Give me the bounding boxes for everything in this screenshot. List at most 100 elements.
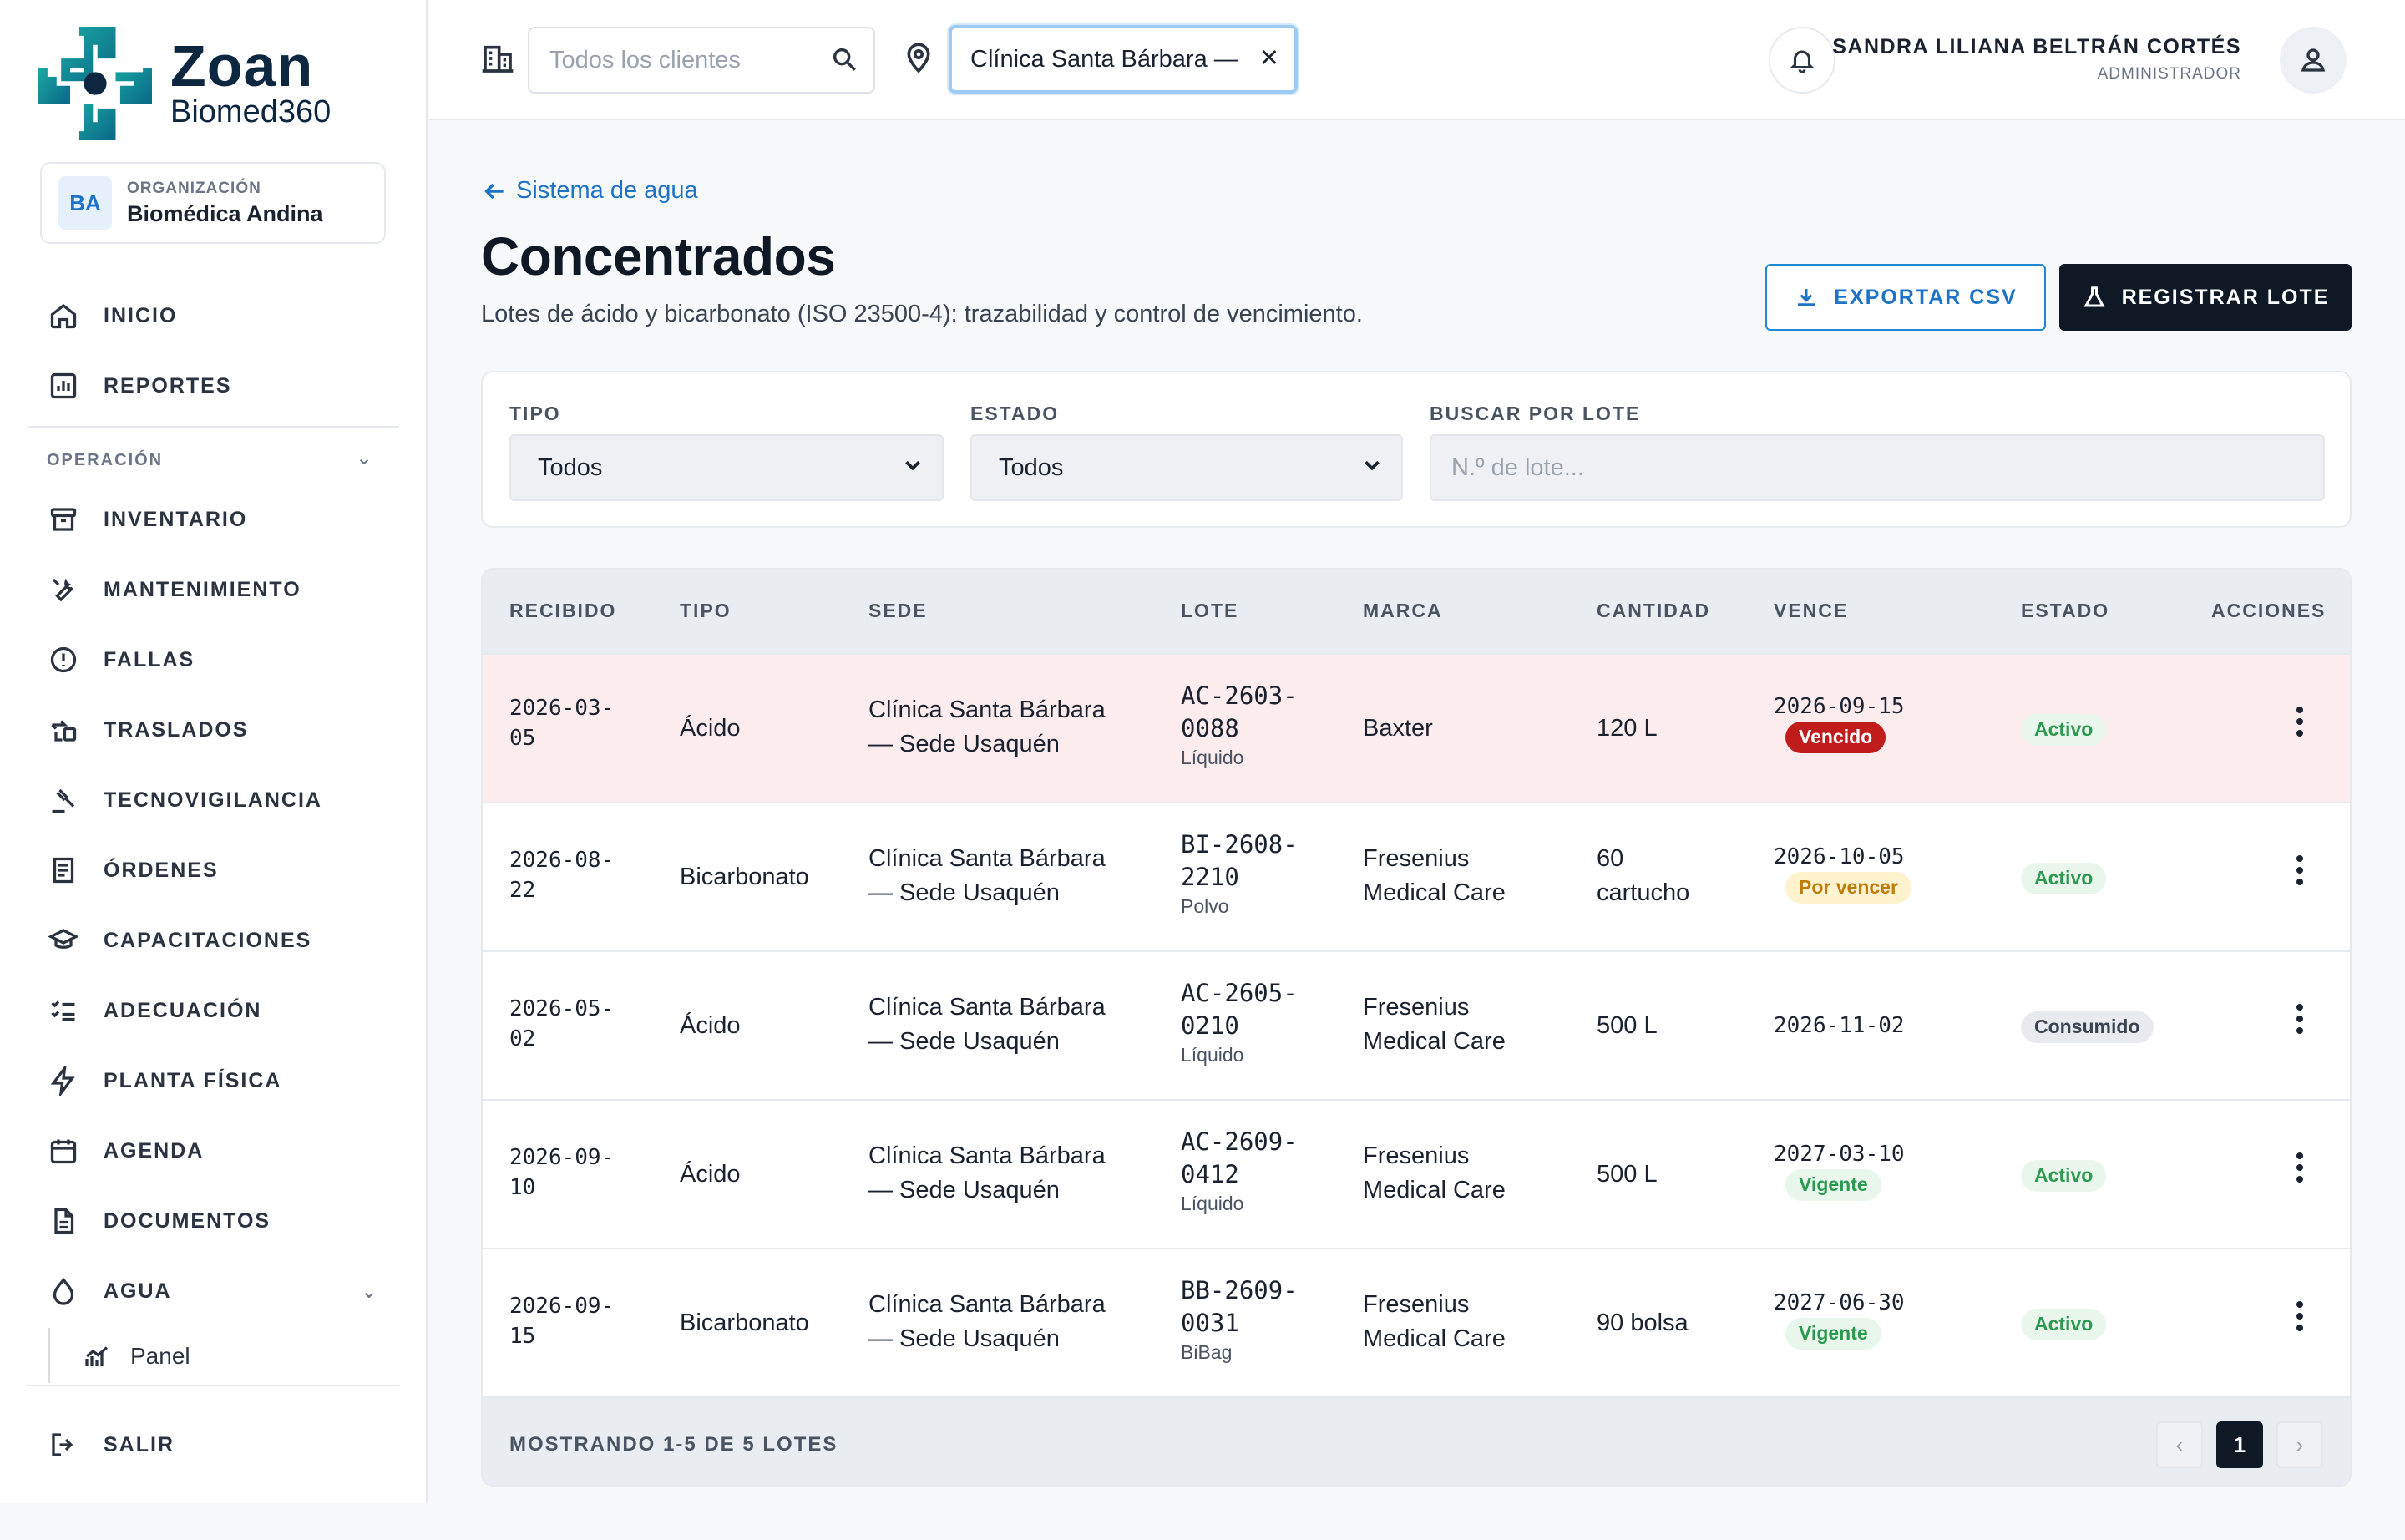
location-pin-icon — [902, 42, 935, 79]
th-lote[interactable]: LOTE — [1181, 600, 1238, 622]
calendar-icon — [47, 1134, 80, 1168]
th-sede[interactable]: SEDE — [868, 600, 928, 622]
table-row[interactable]: 2026-05- 02 Ácido Clínica Santa Bárbara — … — [483, 950, 2350, 1099]
sidebar-item-inicio[interactable]: INICIO — [47, 291, 397, 341]
logout-button[interactable]: SALIR — [47, 1420, 397, 1470]
row-actions-menu-icon[interactable] — [2296, 1301, 2306, 1336]
cell-estado: Consumido — [2021, 1009, 2154, 1043]
filter-estado-value: Todos — [999, 453, 1064, 481]
lot-search-field[interactable] — [1451, 453, 2323, 482]
row-actions-menu-icon[interactable] — [2296, 1004, 2306, 1039]
back-link-label: Sistema de agua — [516, 177, 698, 204]
sidebar-item-fallas[interactable]: FALLAS — [47, 635, 397, 685]
pagination-prev-button[interactable]: ‹ — [2156, 1421, 2203, 1468]
client-search-field[interactable] — [549, 46, 817, 74]
cell-tipo: Ácido — [680, 1161, 741, 1188]
th-marca[interactable]: MARCA — [1363, 600, 1443, 622]
sidebar-item-tecnovigilancia[interactable]: TECNOVIGILANCIA — [47, 775, 397, 825]
th-cantidad[interactable]: CANTIDAD — [1597, 600, 1710, 622]
cell-vence: 2027-03-10 Vigente — [1774, 1139, 1905, 1202]
organization-card[interactable]: BA ORGANIZACIÓN Biomédica Andina — [40, 162, 386, 244]
cell-estado: Activo — [2021, 860, 2107, 894]
row-actions-menu-icon[interactable] — [2296, 855, 2306, 890]
user-icon — [2301, 48, 2326, 72]
sidebar-item-inventario[interactable]: INVENTARIO — [47, 494, 397, 545]
receipt-icon — [47, 854, 80, 887]
sidebar-subitem-label: Panel — [130, 1343, 190, 1369]
cell-sede: Clínica Santa Bárbara — Sede Usaquén — [868, 994, 1106, 1055]
row-actions-menu-icon[interactable] — [2296, 1152, 2306, 1188]
cell-estado: Activo — [2021, 712, 2107, 746]
sidebar-item-documentos[interactable]: DOCUMENTOS — [47, 1196, 397, 1246]
sidebar-item-reportes[interactable]: REPORTES — [47, 361, 397, 411]
register-lot-button[interactable]: REGISTRAR LOTE — [2059, 264, 2352, 331]
table-row[interactable]: 2026-08- 22 Bicarbonato Clínica Santa Bár… — [483, 802, 2350, 950]
notifications-button[interactable] — [1769, 27, 1835, 94]
cell-sede: Clínica Santa Bárbara — Sede Usaquén — [868, 845, 1106, 906]
th-recibido[interactable]: RECIBIDO — [509, 600, 616, 622]
table-footer: MOSTRANDO 1-5 DE 5 LOTES ‹ 1 › — [483, 1396, 2350, 1485]
chevron-down-icon[interactable]: ⌄ — [361, 1279, 377, 1304]
cell-cantidad: 90 bolsa — [1597, 1310, 1689, 1336]
transfer-icon — [47, 713, 80, 747]
search-icon[interactable] — [830, 45, 858, 78]
th-acciones: ACCIONES — [2211, 600, 2327, 621]
back-link[interactable]: Sistema de agua — [481, 177, 698, 205]
sidebar-item-ordenes[interactable]: ÓRDENES — [47, 845, 397, 895]
chevron-down-icon[interactable]: ⌄ — [356, 446, 372, 470]
export-csv-button[interactable]: EXPORTAR CSV — [1765, 264, 2046, 331]
site-select[interactable]: Clínica Santa Bárbara — ✕ — [949, 25, 1298, 94]
th-tipo[interactable]: TIPO — [680, 600, 732, 622]
brand-subtitle: Biomed360 — [170, 94, 332, 130]
filter-estado-select[interactable]: Todos — [970, 434, 1403, 501]
sidebar-item-planta-fisica[interactable]: PLANTA FÍSICA — [47, 1056, 397, 1106]
sidebar-item-label: DOCUMENTOS — [104, 1208, 271, 1233]
close-icon[interactable]: ✕ — [1259, 43, 1279, 73]
cell-tipo: Bicarbonato — [680, 864, 809, 890]
row-actions-menu-icon[interactable] — [2296, 707, 2306, 742]
brand-logo[interactable]: Zoan Biomed360 — [38, 27, 331, 140]
user-name: SANDRA LILIANA BELTRÁN CORTÉS — [1832, 35, 2241, 58]
sidebar-item-adecuacion[interactable]: ADECUACIÓN — [47, 985, 397, 1036]
table-row[interactable]: 2026-09- 15 Bicarbonato Clínica Santa Bár… — [483, 1248, 2350, 1396]
pagination-summary: MOSTRANDO 1-5 DE 5 LOTES — [509, 1433, 838, 1456]
cell-cantidad: 60 cartucho — [1597, 845, 1690, 906]
sidebar-item-capacitaciones[interactable]: CAPACITACIONES — [47, 915, 397, 965]
cell-marca: Baxter — [1363, 715, 1433, 742]
pagination-next-button[interactable]: › — [2276, 1421, 2323, 1468]
bell-icon — [1789, 50, 1815, 73]
org-name: Biomédica Andina — [127, 200, 323, 226]
filter-tipo-select[interactable]: Todos — [509, 434, 944, 501]
cell-recibido: 2026-09- 10 — [509, 1145, 615, 1201]
table-row[interactable]: 2026-03- 05 Ácido Clínica Santa Bárbara — … — [483, 653, 2350, 802]
avatar[interactable] — [2280, 27, 2347, 94]
sidebar-item-agenda[interactable]: AGENDA — [47, 1126, 397, 1176]
cell-cantidad: 120 L — [1597, 715, 1658, 742]
sidebar-item-mantenimiento[interactable]: MANTENIMIENTO — [47, 565, 397, 615]
client-search-input[interactable] — [528, 27, 875, 94]
th-vence[interactable]: VENCE — [1774, 600, 1848, 622]
section-title-operacion[interactable]: OPERACIÓN — [47, 451, 163, 470]
cell-sede: Clínica Santa Bárbara — Sede Usaquén — [868, 1291, 1106, 1352]
pagination-page-button[interactable]: 1 — [2216, 1421, 2263, 1468]
cell-vence: 2026-11-02 — [1774, 1013, 1905, 1038]
cell-vence: 2027-06-30 Vigente — [1774, 1288, 1905, 1350]
filter-tipo-label: TIPO — [509, 403, 561, 424]
bolt-icon — [47, 1064, 80, 1097]
th-estado[interactable]: ESTADO — [2021, 600, 2109, 622]
cell-cantidad: 500 L — [1597, 1161, 1658, 1188]
cell-estado: Activo — [2021, 1158, 2107, 1192]
logo-icon — [38, 27, 152, 140]
brand-name: Zoan — [170, 33, 314, 99]
cell-marca: Fresenius Medical Care — [1363, 1142, 1506, 1203]
sidebar-subitem-panel[interactable]: Panel — [80, 1331, 397, 1381]
lot-search-input[interactable] — [1430, 434, 2325, 501]
sidebar-item-agua[interactable]: AGUA ⌄ — [47, 1266, 397, 1316]
table-row[interactable]: 2026-09- 10 Ácido Clínica Santa Bárbara — … — [483, 1099, 2350, 1248]
gavel-icon — [47, 783, 80, 817]
status-badge-activo: Activo — [2021, 714, 2107, 746]
chart-icon — [47, 369, 80, 403]
cell-lote: AC-2605- 0210 Líquido — [1181, 979, 1298, 1066]
sidebar-item-traslados[interactable]: TRASLADOS — [47, 705, 397, 755]
sidebar-item-label: PLANTA FÍSICA — [104, 1068, 282, 1092]
